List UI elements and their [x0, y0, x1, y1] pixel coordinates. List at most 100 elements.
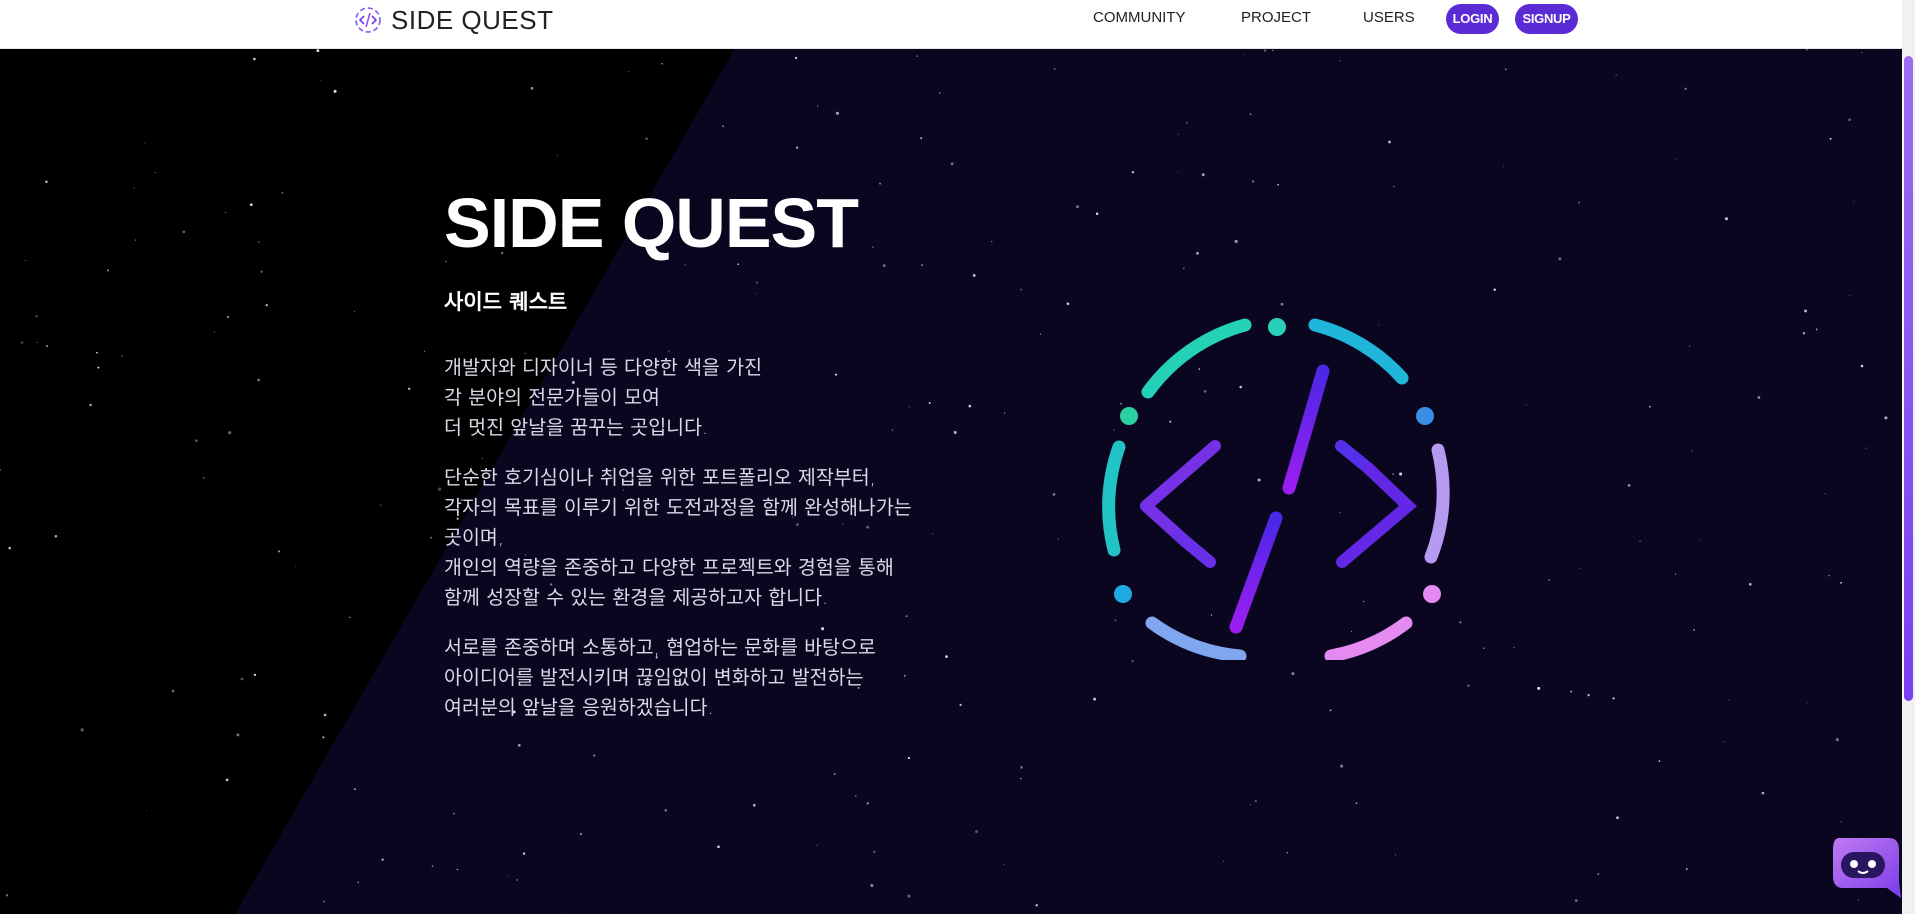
star: [1691, 449, 1693, 452]
star: [357, 881, 359, 883]
nav-users-link[interactable]: USERS: [1363, 9, 1415, 26]
star: [195, 439, 198, 443]
intro-line: 함께 성장할 수 있는 환경을 제공하고자 합니다.: [444, 586, 829, 609]
star: [295, 565, 297, 567]
star: [833, 773, 836, 776]
star: [1255, 800, 1257, 802]
star: [907, 894, 911, 898]
star: [1234, 239, 1238, 244]
star: [873, 850, 876, 853]
star: [1829, 137, 1832, 140]
star: [1615, 74, 1617, 76]
star: [1804, 309, 1807, 313]
star: [213, 331, 215, 333]
login-button[interactable]: LOGIN: [1446, 4, 1499, 34]
star: [1806, 48, 1808, 51]
star: [1658, 760, 1661, 762]
star: [320, 79, 322, 81]
star: [1467, 684, 1470, 687]
star: [1057, 538, 1059, 540]
star: [1003, 412, 1006, 414]
star: [323, 900, 326, 903]
star: [1131, 170, 1135, 174]
star: [277, 550, 281, 553]
star: [1587, 693, 1590, 697]
star: [236, 733, 240, 737]
nav-community-link[interactable]: COMMUNITY: [1093, 9, 1186, 26]
star: [381, 858, 384, 861]
star: [1574, 899, 1578, 902]
intro-line: 아이디어를 발전시키며 끊임없이 변화하고 발전하는: [444, 666, 864, 689]
star: [225, 778, 229, 782]
nav-project-link[interactable]: PROJECT: [1241, 9, 1311, 26]
star: [1824, 493, 1826, 494]
star: [1537, 686, 1541, 690]
star: [1035, 904, 1038, 907]
star: [1757, 396, 1761, 399]
star: [407, 387, 411, 391]
star: [1020, 765, 1024, 769]
page-scrollbar[interactable]: [1902, 0, 1915, 914]
star: [481, 458, 483, 460]
code-slash-logo-icon: [355, 7, 381, 33]
star: [144, 142, 146, 144]
star: [1639, 540, 1641, 542]
star: [645, 137, 648, 140]
star: [593, 754, 596, 757]
star: [1526, 404, 1528, 406]
star: [921, 264, 923, 266]
star: [1052, 493, 1056, 496]
star: [429, 536, 433, 539]
star: [1329, 709, 1332, 712]
star: [1291, 672, 1295, 676]
star: [333, 89, 337, 93]
star: [1249, 113, 1252, 116]
star: [423, 350, 426, 352]
star: [717, 845, 720, 849]
star: [323, 713, 327, 717]
code-brackets-emblem-icon: [1102, 318, 1450, 660]
star: [171, 689, 175, 693]
star: [1802, 332, 1806, 335]
star: [1020, 777, 1022, 780]
hero-subtitle: 사이드 퀘스트: [444, 290, 568, 314]
star: [146, 810, 148, 812]
star: [1066, 302, 1070, 306]
star: [1003, 864, 1005, 866]
star: [456, 868, 459, 871]
star: [316, 49, 320, 53]
star: [20, 341, 24, 344]
star: [1355, 802, 1358, 805]
star: [438, 487, 442, 491]
star: [920, 137, 923, 140]
intro-line: 곳이며,: [444, 526, 505, 549]
star: [1503, 165, 1505, 167]
star: [522, 852, 526, 855]
star: [260, 270, 263, 273]
star: [54, 534, 58, 538]
signup-button[interactable]: SIGNUP: [1515, 4, 1578, 34]
star: [1840, 821, 1843, 823]
chatbot-icon[interactable]: [1829, 830, 1901, 902]
star: [1277, 183, 1280, 186]
star: [1483, 647, 1485, 649]
star: [1020, 288, 1022, 291]
star: [628, 71, 630, 73]
star: [1251, 180, 1255, 183]
star: [1761, 791, 1765, 795]
star: [224, 211, 227, 214]
top-navigation-bar: SIDE QUEST COMMUNITY PROJECT USERS LOGIN…: [0, 0, 1902, 49]
star: [579, 832, 583, 836]
star: [1548, 578, 1551, 582]
star: [253, 673, 257, 677]
star: [1865, 447, 1867, 449]
star: [80, 728, 84, 732]
star: [1723, 741, 1725, 742]
star: [879, 182, 882, 185]
star: [1339, 60, 1341, 62]
scrollbar-thumb[interactable]: [1904, 56, 1913, 701]
intro-line: 서로를 존중하며 소통하고, 협업하는 문화를 바탕으로: [444, 636, 876, 659]
star: [240, 677, 244, 681]
brand-logo[interactable]: SIDE QUEST: [353, 4, 553, 36]
star: [1828, 574, 1830, 577]
